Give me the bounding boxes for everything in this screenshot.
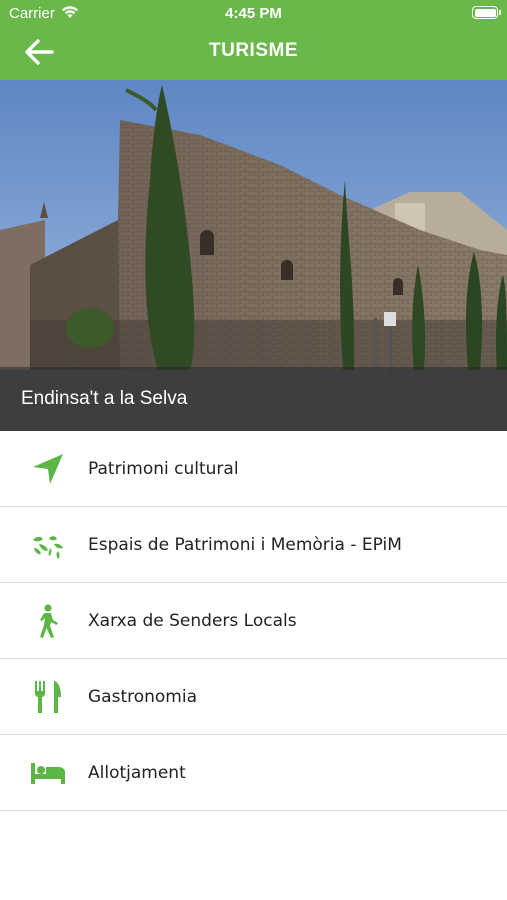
- bed-icon: [30, 755, 66, 791]
- menu-item-patrimoni-cultural[interactable]: Patrimoni cultural: [0, 431, 507, 507]
- menu-list: Patrimoni cultural Espais de Patrimoni i…: [0, 431, 507, 811]
- status-time: 4:45 PM: [225, 5, 282, 22]
- hero-banner[interactable]: Endinsa't a la Selva: [0, 80, 507, 431]
- menu-item-senders[interactable]: Xarxa de Senders Locals: [0, 583, 507, 659]
- menu-item-label: Espais de Patrimoni i Memòria - EPiM: [88, 534, 402, 555]
- fork-knife-icon: [30, 679, 66, 715]
- menu-item-epim[interactable]: Espais de Patrimoni i Memòria - EPiM: [0, 507, 507, 583]
- menu-item-allotjament[interactable]: Allotjament: [0, 735, 507, 811]
- walking-person-icon: [30, 603, 66, 639]
- menu-item-gastronomia[interactable]: Gastronomia: [0, 659, 507, 735]
- hero-caption-bar: Endinsa't a la Selva: [0, 367, 507, 431]
- menu-item-label: Patrimoni cultural: [88, 458, 239, 479]
- menu-item-label: Allotjament: [88, 762, 186, 783]
- hero-caption: Endinsa't a la Selva: [21, 388, 188, 409]
- leaves-icon: [30, 527, 66, 563]
- battery-icon: [472, 6, 501, 19]
- page-title: TURISME: [209, 40, 298, 61]
- status-bar: Carrier 4:45 PM: [0, 0, 507, 28]
- app-header: Carrier 4:45 PM TURISME: [0, 0, 507, 80]
- menu-item-label: Xarxa de Senders Locals: [88, 610, 297, 631]
- location-arrow-icon: [30, 451, 66, 487]
- menu-item-label: Gastronomia: [88, 686, 198, 707]
